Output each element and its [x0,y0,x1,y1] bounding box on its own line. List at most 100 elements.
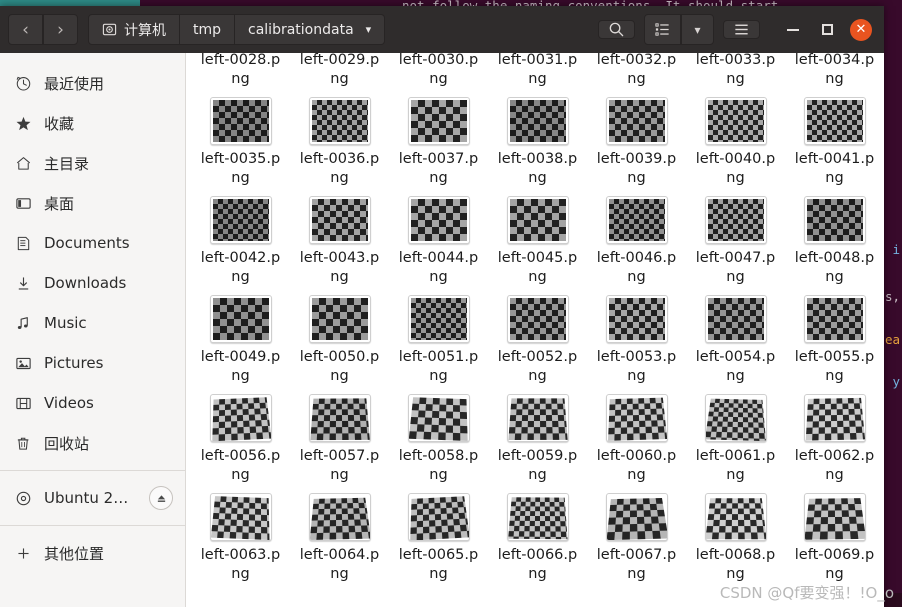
sidebar-item-music[interactable]: Music [0,303,185,343]
minimize-button[interactable] [776,13,810,47]
file-item[interactable]: left-0064.png [290,485,389,584]
sidebar-label-videos: Videos [44,394,94,412]
file-item[interactable]: left-0051.png [389,287,488,386]
file-item[interactable]: left-0040.png [686,89,785,188]
file-grid-view[interactable]: left-0028.png left-0029.png left-0030.png l… [186,53,884,607]
file-item[interactable]: left-0054.png [686,287,785,386]
view-list-button[interactable] [644,14,681,45]
file-item[interactable]: left-0066.png [488,485,587,584]
file-item[interactable]: left-0060.png [587,386,686,485]
file-item[interactable]: left-0065.png [389,485,488,584]
star-icon [14,114,32,132]
sidebar-label-desktop: 桌面 [44,194,75,213]
checkerboard-image [212,100,269,142]
trash-icon [14,434,32,452]
file-item[interactable]: left-0037.png [389,89,488,188]
checkerboard-image [705,498,766,540]
file-item[interactable]: left-0055.png [785,287,884,386]
sidebar-item-recent[interactable]: 最近使用 [0,63,185,103]
search-button[interactable] [598,20,635,39]
file-item[interactable]: left-0062.png [785,386,884,485]
file-item[interactable]: left-0061.png [686,386,785,485]
checkerboard-image [311,199,368,241]
file-name-label: left-0060.png [596,448,677,483]
file-item[interactable]: left-0069.png [785,485,884,584]
sidebar-item-pictures[interactable]: Pictures [0,343,185,383]
file-item[interactable]: left-0033.png [686,53,785,89]
forward-button[interactable]: › [43,14,78,45]
file-item[interactable]: left-0035.png [191,89,290,188]
checkerboard-image [509,100,566,142]
breadcrumb-label-calibrationdata: calibrationdata [248,21,354,38]
file-item[interactable]: left-0049.png [191,287,290,386]
sidebar-item-starred[interactable]: 收藏 [0,103,185,143]
sidebar-item-other-locations[interactable]: 其他位置 [0,533,185,573]
checkerboard-image [408,397,468,441]
file-thumbnail [803,295,866,343]
file-item[interactable]: left-0036.png [290,89,389,188]
file-item[interactable]: left-0034.png [785,53,884,89]
file-item[interactable]: left-0058.png [389,386,488,485]
file-name-label: left-0069.png [794,547,875,582]
file-name-label: left-0063.png [200,547,281,582]
terminal-right-line-3: ea [884,332,900,347]
file-item[interactable]: left-0052.png [488,287,587,386]
file-item[interactable]: left-0029.png [290,53,389,89]
file-item[interactable]: left-0031.png [488,53,587,89]
file-item[interactable]: left-0056.png [191,386,290,485]
sidebar-item-videos[interactable]: Videos [0,383,185,423]
file-name-label: left-0043.png [299,250,380,285]
file-item[interactable]: left-0050.png [290,287,389,386]
file-item[interactable]: left-0046.png [587,188,686,287]
close-button[interactable]: ✕ [844,13,878,47]
sidebar-item-home[interactable]: 主目录 [0,143,185,183]
breadcrumb-item-calibrationdata[interactable]: calibrationdata ▾ [235,14,386,45]
eject-button[interactable] [149,486,173,510]
file-item[interactable]: left-0028.png [191,53,290,89]
file-name-label: left-0049.png [200,349,281,384]
file-item[interactable]: left-0045.png [488,188,587,287]
chevron-left-icon: ‹ [22,19,29,40]
checkerboard-image [804,498,865,540]
file-item[interactable]: left-0041.png [785,89,884,188]
breadcrumb-item-tmp[interactable]: tmp [180,14,236,45]
file-item[interactable]: left-0067.png [587,485,686,584]
disc-icon [14,489,32,507]
file-item[interactable]: left-0043.png [290,188,389,287]
sidebar-item-documents[interactable]: Documents [0,223,185,263]
breadcrumb-item-computer[interactable]: 计算机 [88,14,180,45]
sidebar-item-downloads[interactable]: Downloads [0,263,185,303]
sidebar-label-downloads: Downloads [44,274,127,292]
checkerboard-image [409,496,469,540]
home-icon [14,154,32,172]
file-item[interactable]: left-0059.png [488,386,587,485]
file-name-label: left-0034.png [794,53,875,87]
file-item[interactable]: left-0039.png [587,89,686,188]
file-item[interactable]: left-0042.png [191,188,290,287]
file-item[interactable]: left-0038.png [488,89,587,188]
sidebar-item-desktop[interactable]: 桌面 [0,183,185,223]
sidebar-item-trash[interactable]: 回收站 [0,423,185,463]
file-item[interactable]: left-0047.png [686,188,785,287]
file-item[interactable]: left-0068.png [686,485,785,584]
checkerboard-image [309,497,370,540]
file-item[interactable]: left-0053.png [587,287,686,386]
file-name-label: left-0033.png [695,53,776,87]
sidebar-item-device-ubuntu[interactable]: Ubuntu 2… [0,478,185,518]
file-item[interactable]: left-0044.png [389,188,488,287]
view-options-button[interactable]: ▾ [681,14,714,45]
file-item[interactable]: left-0030.png [389,53,488,89]
hamburger-menu-icon [733,21,750,38]
file-item[interactable]: left-0048.png [785,188,884,287]
desktop-icon [14,194,32,212]
file-item[interactable]: left-0063.png [191,485,290,584]
file-name-label: left-0053.png [596,349,677,384]
file-item[interactable]: left-0057.png [290,386,389,485]
file-item[interactable]: left-0032.png [587,53,686,89]
menu-button[interactable] [723,20,760,39]
videos-icon [14,394,32,412]
back-button[interactable]: ‹ [8,14,43,45]
file-name-label: left-0056.png [200,448,281,483]
maximize-button[interactable] [810,13,844,47]
caret-down-icon: ▾ [694,22,701,37]
